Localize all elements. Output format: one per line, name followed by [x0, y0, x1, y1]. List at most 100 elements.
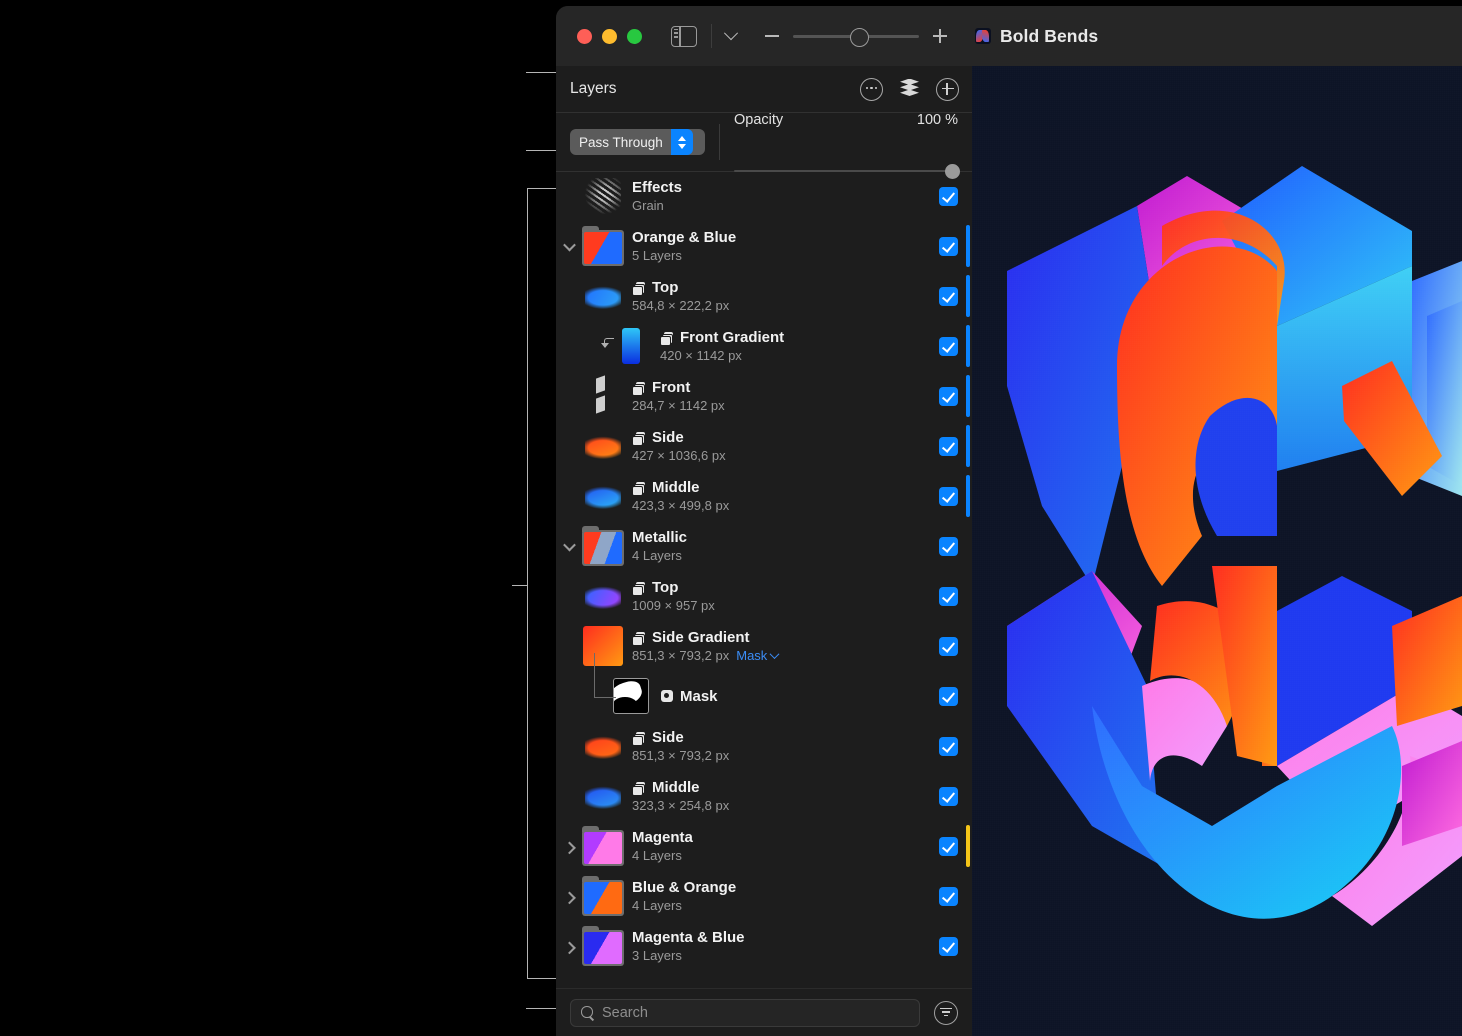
add-layer-icon[interactable]: [936, 77, 959, 101]
layer-thumbnail[interactable]: [582, 225, 624, 267]
blend-opacity-divider: [719, 124, 720, 160]
layer-color-marker: [966, 325, 970, 367]
layer-thumbnail[interactable]: [582, 775, 624, 817]
layer-thumbnail[interactable]: [582, 175, 624, 217]
zoom-in-icon[interactable]: [933, 29, 947, 43]
layer-thumbnail[interactable]: [582, 875, 624, 917]
minimize-button[interactable]: [602, 28, 617, 44]
layer-thumbnail[interactable]: [610, 325, 652, 367]
chevron-down-icon[interactable]: [721, 26, 741, 46]
layer-visibility-checkbox[interactable]: [939, 886, 958, 906]
layer-type-icon: [632, 381, 646, 396]
filter-icon[interactable]: [934, 1000, 958, 1025]
layer-subtitle: 420 × 1142 px: [660, 348, 742, 363]
layer-thumbnail[interactable]: [582, 925, 624, 967]
layer-row[interactable]: Orange & Blue 5 Layers: [556, 221, 972, 271]
layer-visibility-checkbox[interactable]: [939, 186, 958, 206]
layer-text: Effects Grain: [624, 179, 939, 213]
zoom-slider-knob[interactable]: [850, 28, 869, 47]
mask-link[interactable]: Mask: [736, 648, 780, 663]
layer-subtitle: 851,3 × 793,2 px: [632, 648, 730, 663]
blend-mode-stepper-icon[interactable]: [670, 129, 693, 155]
layer-row[interactable]: Side Gradient 851,3 × 793,2 px Mask: [556, 621, 972, 671]
layer-row[interactable]: Top 1009 × 957 px: [556, 571, 972, 621]
disclosure-triangle-icon[interactable]: [556, 841, 582, 854]
layer-row[interactable]: Front 284,7 × 1142 px: [556, 371, 972, 421]
layer-visibility-checkbox[interactable]: [939, 686, 958, 706]
layer-thumbnail[interactable]: [582, 525, 624, 567]
opacity-control[interactable]: Opacity 100 %: [734, 111, 960, 179]
layer-visibility-checkbox[interactable]: [939, 536, 958, 556]
disclosure-triangle-icon[interactable]: [556, 538, 582, 551]
callout-line-blend-row: [526, 150, 558, 151]
search-input[interactable]: Search: [570, 998, 920, 1027]
layer-row[interactable]: Side 851,3 × 793,2 px: [556, 721, 972, 771]
layer-row[interactable]: Middle 323,3 × 254,8 px: [556, 771, 972, 821]
more-options-icon[interactable]: [860, 77, 883, 101]
layer-type-icon: [632, 281, 646, 296]
layer-color-marker: [966, 275, 970, 317]
layer-thumbnail[interactable]: [582, 825, 624, 867]
layer-subtitle: 3 Layers: [632, 948, 682, 963]
canvas-area[interactable]: [972, 66, 1462, 1036]
layer-visibility-checkbox[interactable]: [939, 586, 958, 606]
layer-thumbnail[interactable]: [582, 275, 624, 317]
layer-visibility-checkbox[interactable]: [939, 486, 958, 506]
blend-mode-select[interactable]: Pass Through: [570, 129, 705, 155]
layer-row[interactable]: Blue & Orange 4 Layers: [556, 871, 972, 921]
layer-thumbnail[interactable]: [582, 375, 624, 417]
layer-text: Front Gradient 420 × 1142 px: [652, 329, 939, 363]
layer-row[interactable]: Side 427 × 1036,6 px: [556, 421, 972, 471]
close-button[interactable]: [577, 28, 592, 44]
layer-name: Orange & Blue: [632, 229, 737, 246]
layer-name: Side: [652, 729, 684, 746]
layer-color-marker: [966, 375, 970, 417]
layer-subtitle: 284,7 × 1142 px: [632, 398, 725, 413]
window-controls[interactable]: [577, 28, 642, 44]
app-icon: [975, 28, 991, 44]
layer-visibility-checkbox[interactable]: [939, 336, 958, 356]
sidebar-toggle-icon[interactable]: [671, 25, 697, 47]
layer-name: Blue & Orange: [632, 879, 737, 896]
zoom-button[interactable]: [627, 28, 642, 44]
layer-visibility-checkbox[interactable]: [939, 386, 958, 406]
disclosure-triangle-icon[interactable]: [556, 941, 582, 954]
opacity-value: 100 %: [916, 111, 958, 128]
layer-row[interactable]: Top 584,8 × 222,2 px: [556, 271, 972, 321]
disclosure-triangle-icon[interactable]: [556, 238, 582, 251]
search-placeholder: Search: [602, 1004, 648, 1021]
layer-row[interactable]: Magenta 4 Layers: [556, 821, 972, 871]
layer-visibility-checkbox[interactable]: [939, 236, 958, 256]
zoom-out-icon[interactable]: [765, 29, 779, 43]
layer-row[interactable]: Middle 423,3 × 499,8 px: [556, 471, 972, 521]
layer-thumbnail[interactable]: [582, 575, 624, 617]
layers-list[interactable]: Effects Grain Orange & Blue 5 Layers Top 584,…: [556, 171, 972, 989]
layer-visibility-checkbox[interactable]: [939, 436, 958, 456]
layer-visibility-checkbox[interactable]: [939, 736, 958, 756]
zoom-slider[interactable]: [793, 28, 919, 47]
layer-row[interactable]: Magenta & Blue 3 Layers: [556, 921, 972, 971]
layer-text: Middle 323,3 × 254,8 px: [624, 779, 939, 813]
layer-thumbnail[interactable]: [582, 625, 624, 667]
layer-thumbnail[interactable]: [610, 675, 652, 717]
layer-subtitle: 851,3 × 793,2 px: [632, 748, 730, 763]
layer-row[interactable]: Effects Grain: [556, 171, 972, 221]
mask-link-label: Mask: [736, 648, 768, 663]
layer-thumbnail[interactable]: [582, 725, 624, 767]
layer-row[interactable]: Front Gradient 420 × 1142 px: [556, 321, 972, 371]
disclosure-triangle-icon[interactable]: [556, 891, 582, 904]
layer-visibility-checkbox[interactable]: [939, 636, 958, 656]
layer-subtitle: 584,8 × 222,2 px: [632, 298, 730, 313]
layer-visibility-checkbox[interactable]: [939, 836, 958, 856]
layer-name: Top: [652, 579, 679, 596]
layers-stack-icon[interactable]: [899, 78, 920, 100]
layer-visibility-checkbox[interactable]: [939, 286, 958, 306]
layer-visibility-checkbox[interactable]: [939, 786, 958, 806]
layer-row[interactable]: Metallic 4 Layers: [556, 521, 972, 571]
zoom-control[interactable]: [765, 28, 947, 47]
layer-row[interactable]: Mask: [556, 671, 972, 721]
layer-visibility-checkbox[interactable]: [939, 936, 958, 956]
layer-thumbnail[interactable]: [582, 425, 624, 467]
layer-text: Mask: [652, 688, 939, 705]
layer-thumbnail[interactable]: [582, 475, 624, 517]
